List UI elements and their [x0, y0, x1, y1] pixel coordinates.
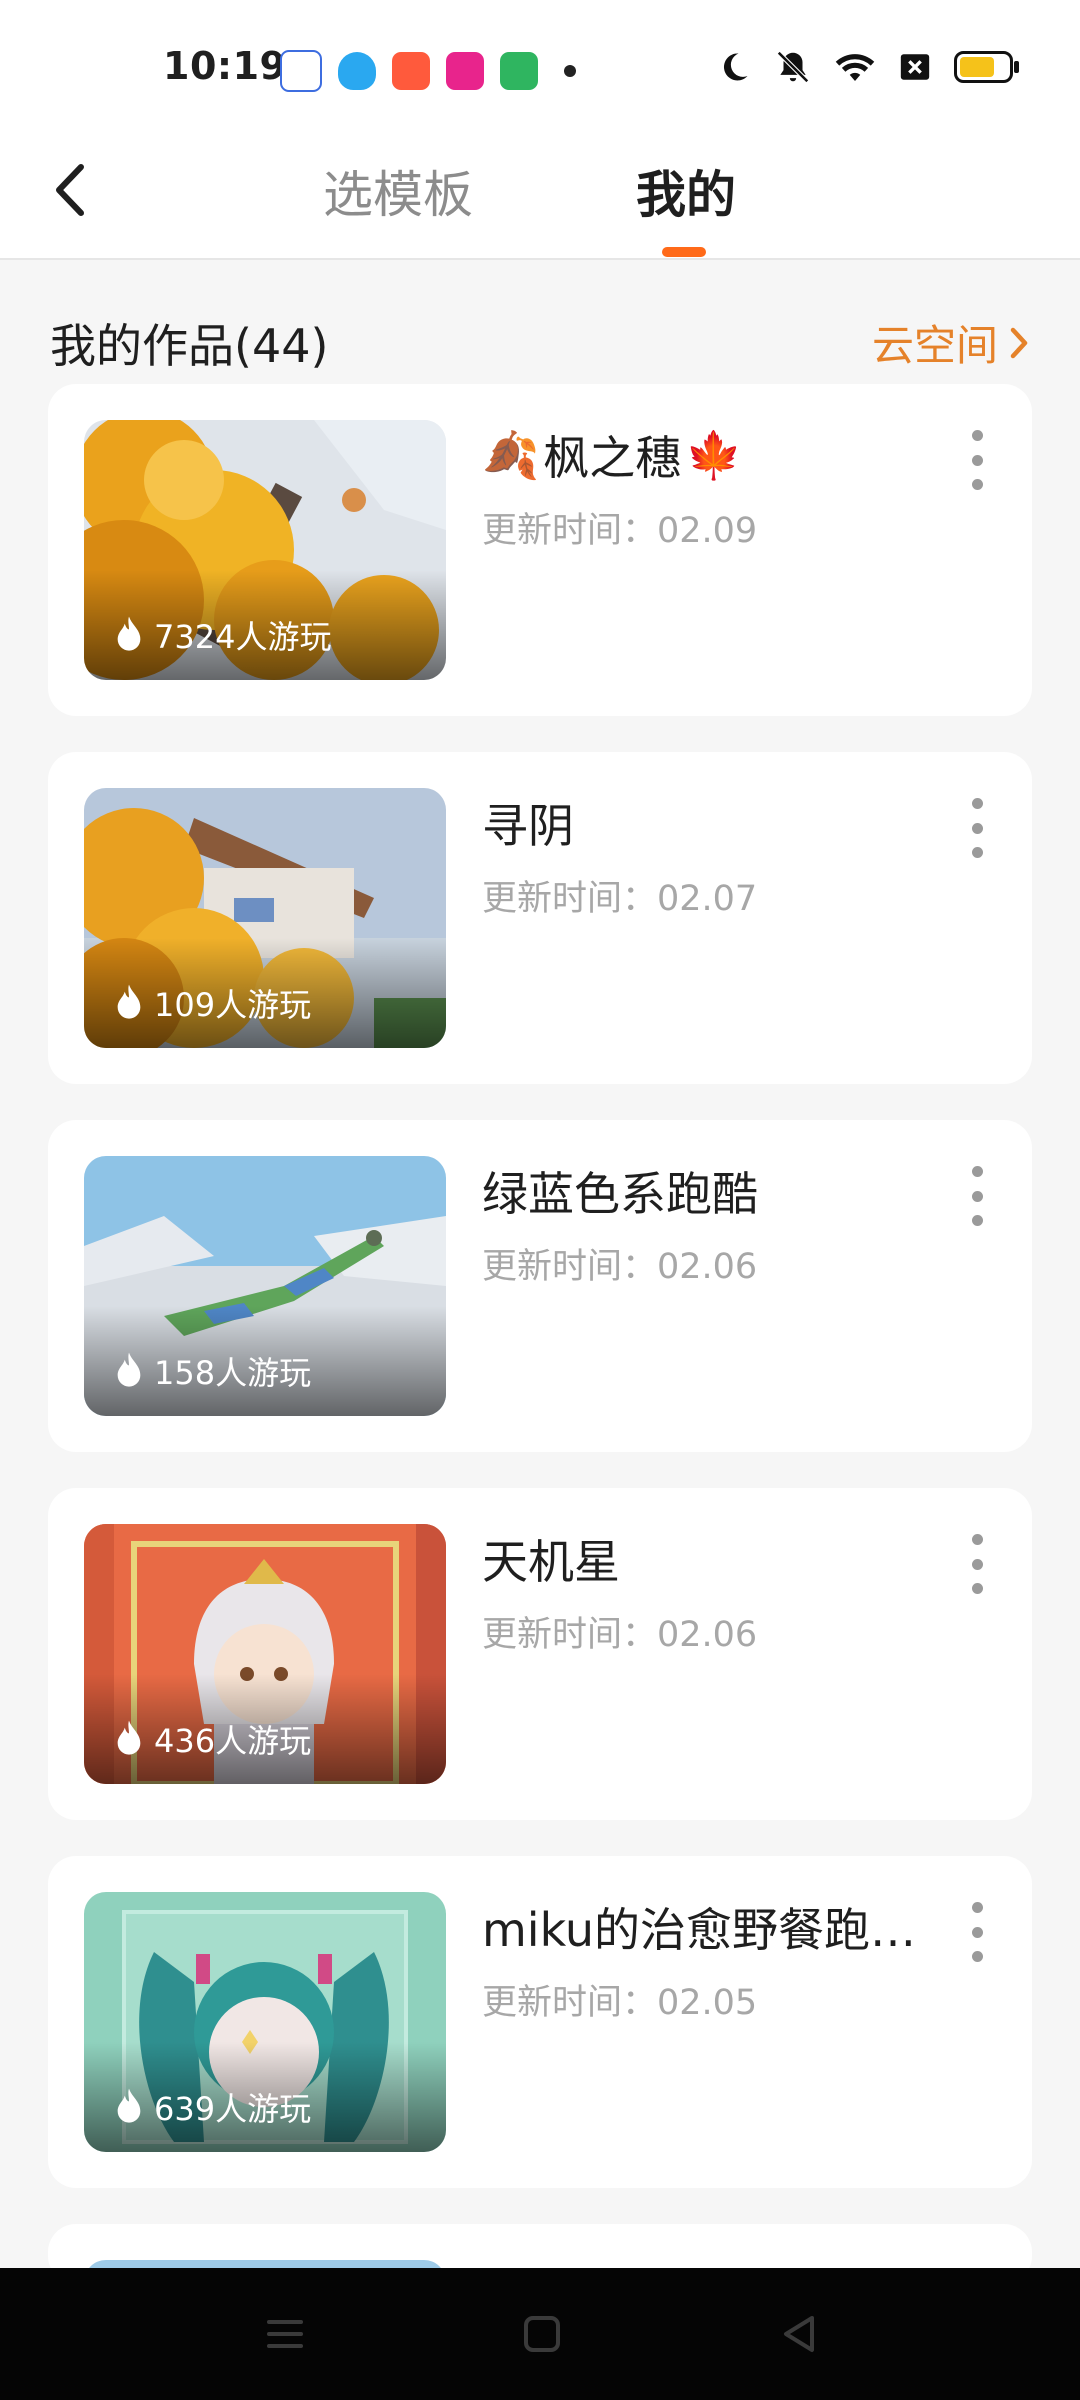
chevron-right-icon	[1010, 327, 1028, 358]
play-count-label: 158人游玩	[154, 1354, 312, 1392]
more-dot	[971, 454, 983, 466]
work-card[interactable]: 109人游玩 寻阴 更新时间：02.07	[48, 752, 1032, 1084]
back-nav-button[interactable]	[770, 2304, 830, 2364]
battery-icon	[954, 51, 1019, 83]
more-dot	[971, 1951, 983, 1962]
top-header: 选模板 我的	[0, 125, 1080, 260]
play-count-label: 639人游玩	[154, 2090, 312, 2128]
work-updated-time: 更新时间：02.07	[482, 879, 758, 919]
work-card[interactable]: 158人游玩 绿蓝色系跑酷 更新时间：02.06	[48, 1120, 1032, 1452]
work-updated-time: 更新时间：02.09	[482, 511, 758, 551]
system-navigation-bar	[0, 2268, 1080, 2400]
more-options-button[interactable]	[962, 1166, 992, 1226]
more-dot	[971, 1534, 983, 1545]
more-dot	[971, 822, 983, 834]
more-notifications-dot	[564, 65, 576, 77]
more-dot	[971, 1166, 983, 1177]
flame-icon	[117, 1352, 141, 1387]
more-dot	[971, 1583, 983, 1594]
work-card[interactable]: 7324人游玩 🍂 枫之穗 🍁 更新时间：02.09	[48, 384, 1032, 716]
flame-icon	[117, 2088, 141, 2123]
play-count-label: 436人游玩	[154, 1722, 312, 1760]
flame-icon	[117, 1720, 141, 1755]
more-dot	[971, 1902, 983, 1913]
baidu-app-icon	[280, 50, 322, 92]
tab-select-template[interactable]: 选模板	[323, 155, 473, 227]
cloud-space-link[interactable]: 云空间	[872, 312, 1030, 373]
more-dot	[971, 798, 983, 809]
more-options-button[interactable]	[962, 798, 992, 858]
menu-icon	[267, 2320, 303, 2348]
video-app-icon	[446, 52, 484, 90]
play-count-label: 109人游玩	[154, 986, 312, 1024]
work-thumbnail[interactable]: 109人游玩	[84, 788, 446, 1048]
back-triangle-icon	[784, 2316, 814, 2352]
work-title[interactable]: 绿蓝色系跑酷	[482, 1158, 758, 1224]
work-title[interactable]: 寻阴	[482, 790, 574, 856]
flame-icon	[117, 984, 141, 1019]
play-count-label: 7324人游玩	[154, 618, 332, 656]
shop-app-icon	[500, 52, 538, 90]
system-status-icons	[716, 48, 1020, 86]
more-dot	[971, 1190, 983, 1202]
work-updated-time: 更新时间：02.06	[482, 1247, 758, 1287]
back-button[interactable]	[45, 155, 105, 225]
work-title-text: 枫之穗	[543, 431, 682, 485]
work-title[interactable]: 天机星	[482, 1526, 620, 1592]
work-thumbnail[interactable]: 7324人游玩	[84, 420, 446, 680]
notification-app-icons	[280, 50, 576, 92]
kuaishou-app-icon	[392, 52, 430, 90]
play-count: 158人游玩	[112, 1348, 311, 1394]
work-updated-time: 更新时间：02.06	[482, 1615, 758, 1655]
work-updated-time: 更新时间：02.05	[482, 1983, 758, 2023]
work-title[interactable]: 🍂 枫之穗 🍁	[482, 422, 743, 488]
wifi-icon	[835, 54, 875, 81]
bell-off-icon	[777, 51, 809, 83]
play-count: 639人游玩	[112, 2084, 311, 2130]
work-title-text: 绿蓝色系跑酷	[482, 1167, 758, 1221]
tab-mine[interactable]: 我的	[636, 155, 736, 227]
play-count: 7324人游玩	[112, 612, 331, 658]
home-square-icon	[524, 2316, 560, 2352]
home-nav-button[interactable]	[512, 2304, 572, 2364]
more-options-button[interactable]	[962, 1534, 992, 1594]
work-card[interactable]: 639人游玩 miku的治愈野餐跑… 更新时间：02.05	[48, 1856, 1032, 2188]
active-tab-indicator	[662, 247, 706, 257]
chevron-left-icon	[56, 164, 84, 216]
status-bar: 10:19	[0, 0, 1080, 125]
work-thumbnail[interactable]: 158人游玩	[84, 1156, 446, 1416]
work-title-text: miku的治愈野餐跑…	[482, 1903, 916, 1957]
work-thumbnail[interactable]: 436人游玩	[84, 1524, 446, 1784]
my-works-title: 我的作品(44)	[50, 319, 329, 373]
status-time: 10:19	[163, 44, 287, 88]
more-dot	[971, 1926, 983, 1938]
work-title-text: 寻阴	[482, 799, 574, 853]
work-title[interactable]: miku的治愈野餐跑…	[482, 1894, 916, 1960]
maple-leaf-emoji: 🍁	[685, 427, 743, 482]
fallen-leaf-emoji: 🍂	[482, 427, 540, 482]
more-dot	[971, 1215, 983, 1226]
more-options-button[interactable]	[962, 1902, 992, 1962]
more-options-button[interactable]	[962, 430, 992, 490]
work-card[interactable]: 436人游玩 天机星 更新时间：02.06	[48, 1488, 1032, 1820]
work-title-text: 天机星	[482, 1535, 620, 1589]
sim-x-icon	[900, 54, 930, 80]
play-count: 436人游玩	[112, 1716, 311, 1762]
more-dot	[971, 430, 983, 441]
play-count: 109人游玩	[112, 980, 311, 1026]
work-thumbnail[interactable]: 639人游玩	[84, 1892, 446, 2152]
qq-app-icon	[338, 52, 376, 90]
menu-nav-button[interactable]	[255, 2304, 315, 2364]
more-dot	[971, 479, 983, 490]
moon-icon	[723, 53, 748, 81]
more-dot	[971, 847, 983, 858]
cloud-space-label: 云空间	[871, 321, 998, 370]
more-dot	[971, 1558, 983, 1570]
flame-icon	[117, 616, 141, 651]
